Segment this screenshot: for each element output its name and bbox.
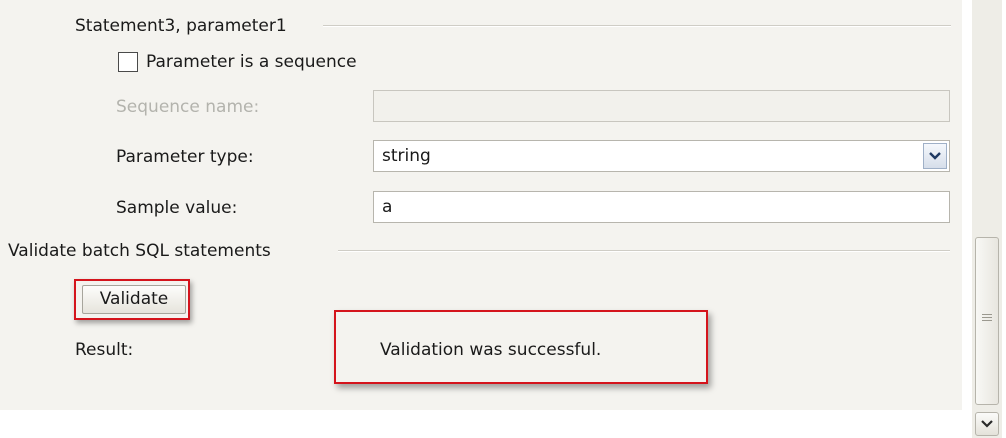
chevron-down-icon [981,420,993,428]
parameter-type-select[interactable]: string [373,140,950,172]
validate-highlight-box [74,279,190,320]
validate-section-divider [338,250,950,251]
result-label: Result: [75,340,134,360]
sample-value-input[interactable]: a [373,191,950,223]
statement-section-divider [323,25,951,26]
scroll-down-button[interactable] [975,412,999,436]
parameter-type-label: Parameter type: [116,147,254,167]
sequence-name-label: Sequence name: [116,97,260,117]
scrollbar-thumb[interactable] [975,237,999,405]
result-highlight-box [334,310,708,384]
sample-value-label: Sample value: [116,198,238,218]
sequence-name-field [373,90,950,122]
settings-panel: Statement3, parameter1 Parameter is a se… [0,0,962,410]
validate-section-title: Validate batch SQL statements [8,241,271,261]
sequence-checkbox-label[interactable]: Parameter is a sequence [146,51,357,73]
sequence-checkbox[interactable] [118,52,138,72]
statement-section-title: Statement3, parameter1 [75,16,287,36]
grip-icon [976,314,998,324]
parameter-type-value: string [382,146,431,166]
parameter-type-dropdown-button[interactable] [923,143,947,169]
chevron-down-icon [929,152,941,160]
